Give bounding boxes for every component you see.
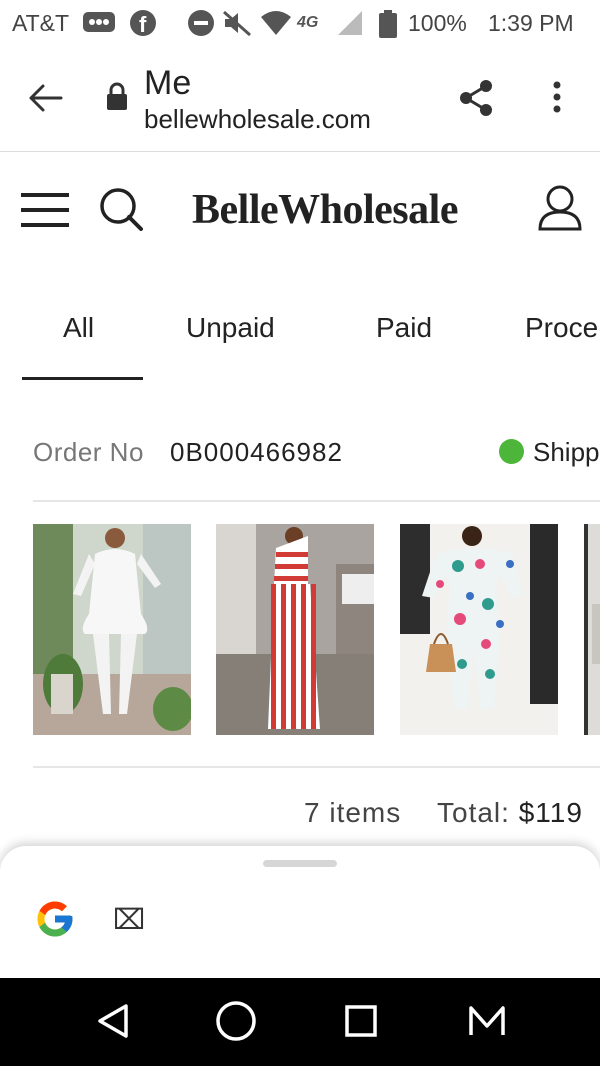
tab-unpaid[interactable]: Unpaid: [186, 312, 275, 344]
url-text[interactable]: bellewholesale.com: [144, 104, 371, 135]
status-dot: [499, 439, 524, 464]
order-total-label: Total:: [437, 797, 510, 828]
voicemail-icon: [83, 12, 115, 32]
order-item-count: 7 items: [304, 797, 402, 828]
battery-label: 100%: [408, 10, 467, 36]
wifi-icon: [261, 11, 291, 35]
account-icon[interactable]: [537, 184, 583, 232]
signal-icon: [338, 11, 362, 35]
tab-processing[interactable]: Proce: [525, 312, 598, 344]
svg-text:f: f: [139, 12, 147, 37]
order-total: Total: $119: [437, 797, 583, 829]
more-vert-icon[interactable]: [550, 80, 564, 116]
sheet-drag-handle[interactable]: [263, 860, 337, 867]
product-image-white-suit[interactable]: [33, 524, 191, 735]
carrier-label: AT&T: [12, 10, 70, 36]
order-number: 0B000466982: [170, 437, 343, 467]
divider: [33, 766, 600, 768]
lock-icon: [107, 82, 127, 110]
missing-glyph: ⌧: [113, 903, 146, 936]
battery-icon: [379, 10, 397, 38]
browser-toolbar: [0, 48, 600, 152]
tab-paid[interactable]: Paid: [376, 312, 432, 344]
navigation-bar: [0, 978, 600, 1066]
order-total-value: $119: [518, 797, 583, 828]
active-tab-indicator: [22, 377, 143, 380]
back-nav-icon[interactable]: [96, 1003, 130, 1039]
divider: [33, 500, 600, 502]
home-nav-icon[interactable]: [215, 1000, 257, 1042]
product-image-partial[interactable]: [584, 524, 600, 735]
mute-icon: [223, 10, 251, 37]
m-app-icon[interactable]: [468, 1004, 506, 1038]
site-logo[interactable]: BelleWholesale: [192, 186, 458, 234]
back-arrow-icon[interactable]: [28, 83, 64, 113]
tab-all[interactable]: All: [63, 312, 94, 344]
order-status: Shipp: [533, 437, 600, 467]
status-bar: AT&T f 4G 100% 1:39 PM: [0, 0, 600, 48]
product-image-floral-jumpsuit[interactable]: [400, 524, 558, 735]
share-icon[interactable]: [458, 79, 494, 117]
google-icon[interactable]: [34, 898, 76, 940]
recents-nav-icon[interactable]: [344, 1004, 378, 1038]
menu-icon[interactable]: [20, 190, 70, 230]
product-image-striped-jumpsuit[interactable]: [216, 524, 374, 735]
search-icon[interactable]: [98, 186, 144, 232]
order-number-label: Order No: [33, 437, 144, 467]
do-not-disturb-icon: [188, 10, 214, 36]
page-title: Me: [144, 64, 192, 102]
facebook-icon: f: [130, 10, 156, 37]
network-label: 4G: [297, 14, 319, 31]
clock: 1:39 PM: [488, 10, 574, 36]
